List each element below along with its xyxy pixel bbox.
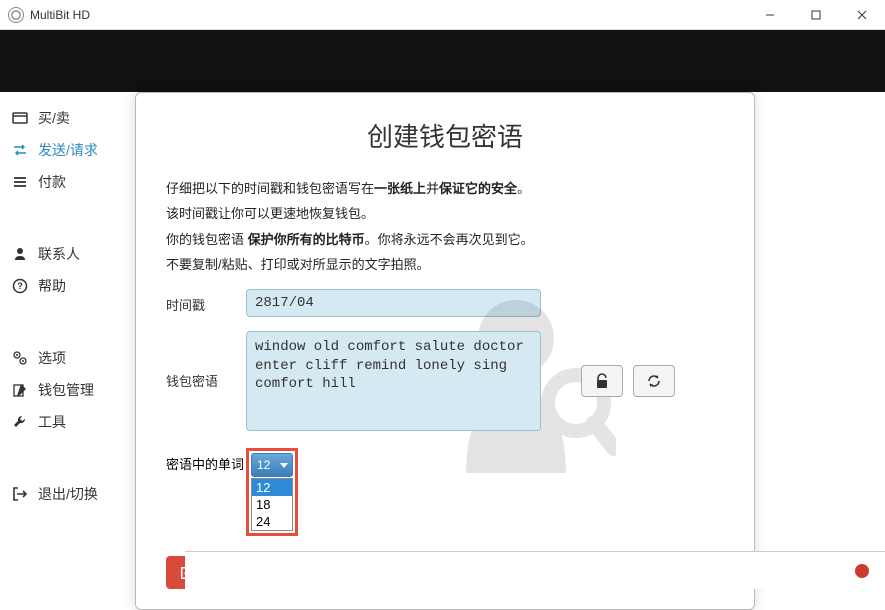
- instructions-text: 仔细把以下的时间戳和钱包密语写在一张纸上并保证它的安全。 该时间戳让你可以更速地…: [166, 176, 724, 277]
- sidebar-item-label: 付款: [38, 172, 66, 192]
- timestamp-input[interactable]: [246, 289, 541, 317]
- wordcount-option-12[interactable]: 12: [252, 479, 292, 496]
- sidebar-item-label: 买/卖: [38, 108, 70, 128]
- titlebar: MultiBit HD: [0, 0, 885, 30]
- top-toolbar: [0, 30, 885, 92]
- app-title: MultiBit HD: [30, 8, 90, 22]
- edit-icon: [12, 382, 34, 398]
- exchange-icon: [12, 142, 34, 158]
- content-area: 创建钱包密语 仔细把以下的时间戳和钱包密语写在一张纸上并保证它的安全。 该时间戳…: [185, 92, 885, 589]
- svg-text:?: ?: [17, 281, 23, 291]
- minimize-button[interactable]: [747, 0, 793, 30]
- lock-button[interactable]: [581, 365, 623, 397]
- maximize-button[interactable]: [793, 0, 839, 30]
- refresh-button[interactable]: [633, 365, 675, 397]
- wordcount-highlight: 12 121824: [246, 448, 298, 536]
- timestamp-label: 时间戳: [166, 289, 246, 314]
- wordcount-dropdown[interactable]: 12: [251, 453, 293, 477]
- sidebar-item-label: 工具: [38, 412, 66, 432]
- status-indicator: [855, 564, 869, 578]
- cogs-icon: [12, 350, 34, 366]
- sidebar-item-label: 退出/切换: [38, 484, 98, 504]
- statusbar: [185, 551, 885, 589]
- wordcount-option-18[interactable]: 18: [252, 496, 292, 513]
- user-icon: [12, 246, 34, 262]
- dialog-title: 创建钱包密语: [166, 117, 724, 154]
- wordcount-dropdown-list: 121824: [251, 478, 293, 531]
- wrench-icon: [12, 414, 34, 430]
- sidebar-item-label: 选项: [38, 348, 66, 368]
- passphrase-textarea[interactable]: window old comfort salute doctor enter c…: [246, 331, 541, 431]
- passphrase-label: 钱包密语: [166, 331, 246, 390]
- credit-card-icon: [12, 110, 34, 126]
- sidebar-item-label: 帮助: [38, 276, 66, 296]
- sign-out-icon: [12, 486, 34, 502]
- question-icon: ?: [12, 278, 34, 294]
- app-icon: [8, 7, 24, 23]
- sidebar-item-label: 联系人: [38, 244, 80, 264]
- sidebar-item-label: 发送/请求: [38, 140, 98, 160]
- wordcount-label: 密语中的单词: [166, 448, 246, 473]
- sidebar-item-label: 钱包管理: [38, 380, 94, 400]
- create-wallet-passphrase-dialog: 创建钱包密语 仔细把以下的时间戳和钱包密语写在一张纸上并保证它的安全。 该时间戳…: [135, 92, 755, 610]
- close-button[interactable]: [839, 0, 885, 30]
- wordcount-option-24[interactable]: 24: [252, 513, 292, 530]
- list-icon: [12, 174, 34, 190]
